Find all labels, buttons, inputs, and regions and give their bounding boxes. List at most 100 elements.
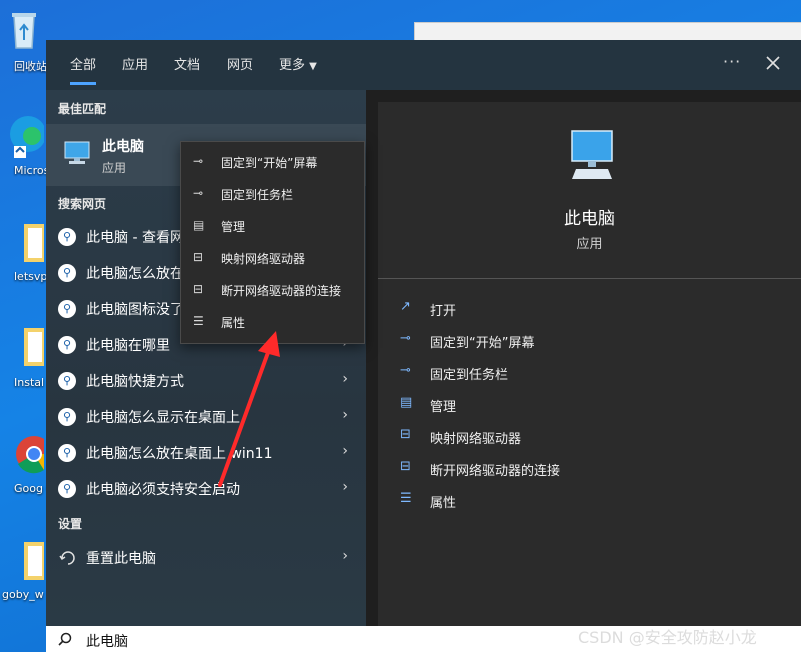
tab-more[interactable]: 更多 ▼ <box>279 54 317 73</box>
tab-all[interactable]: 全部 <box>70 54 97 85</box>
chrome-desktop-icon[interactable] <box>0 430 53 482</box>
context-item-map-drive[interactable]: ⊟ 映射网络驱动器 <box>181 242 364 274</box>
context-item-pin-start[interactable]: ⊸ 固定到“开始”屏幕 <box>181 146 364 178</box>
preview-action-map-drive[interactable]: ⊟ 映射网络驱动器 <box>400 421 780 453</box>
chevron-right-icon: › <box>342 407 348 423</box>
preview-action-disconnect-drive[interactable]: ⊟ 断开网络驱动器的连接 <box>400 453 780 485</box>
preview-pane: 此电脑 应用 ↗ 打开 ⊸ 固定到“开始”屏幕 ⊸ 固定到任务栏 ▤ 管理 ⊟ … <box>378 102 801 626</box>
preview-action-label: 打开 <box>430 304 457 319</box>
preview-action-label: 管理 <box>430 400 457 415</box>
web-result-text: 此电脑 - 查看网 <box>86 230 184 246</box>
pin-icon: ⊸ <box>400 363 411 378</box>
folder-desktop-icon[interactable] <box>0 540 48 586</box>
manage-icon: ▤ <box>193 218 205 232</box>
folder-icon <box>24 224 44 262</box>
search-web-icon: ⚲ <box>58 228 76 246</box>
properties-icon: ☰ <box>193 314 204 328</box>
reset-pc-icon <box>59 551 75 565</box>
tab-apps[interactable]: 应用 <box>122 54 148 73</box>
this-pc-large-icon <box>571 130 613 179</box>
preview-action-properties[interactable]: ☰ 属性 <box>400 485 780 517</box>
preview-divider <box>378 278 801 279</box>
preview-action-label: 断开网络驱动器的连接 <box>430 464 561 479</box>
web-result-row[interactable]: ⚲ 此电脑怎么放在桌面上 win11 › <box>46 435 366 471</box>
desktop-icon-label: Instal <box>14 376 45 389</box>
best-match-title: 此电脑 <box>102 139 144 155</box>
web-result-text: 此电脑在哪里 <box>86 338 170 354</box>
close-icon[interactable] <box>766 56 780 70</box>
preview-action-manage[interactable]: ▤ 管理 <box>400 389 780 421</box>
pin-icon: ⊸ <box>193 154 204 168</box>
tab-documents[interactable]: 文档 <box>174 54 200 73</box>
tab-web[interactable]: 网页 <box>227 54 253 73</box>
edge-desktop-icon[interactable] <box>0 112 48 164</box>
desktop-icon-label: 回收站 <box>14 60 47 73</box>
edge-icon <box>10 116 46 158</box>
preview-action-pin-start[interactable]: ⊸ 固定到“开始”屏幕 <box>400 325 780 357</box>
web-result-row[interactable]: ⚲ 此电脑怎么显示在桌面上 › <box>46 399 366 435</box>
context-item-label: 固定到任务栏 <box>221 188 294 202</box>
preview-action-label: 固定到任务栏 <box>430 368 509 383</box>
network-drive-icon: ⊟ <box>400 427 411 442</box>
web-result-row[interactable]: ⚲ 此电脑快捷方式 › <box>46 363 366 399</box>
chevron-down-icon: ▼ <box>309 61 317 72</box>
search-web-icon: ⚲ <box>58 408 76 426</box>
recycle-bin-desktop-icon[interactable] <box>0 8 48 56</box>
watermark-text: CSDN @安全攻防赵小龙 <box>578 628 757 647</box>
chevron-right-icon: › <box>342 371 348 387</box>
search-web-icon: ⚲ <box>58 444 76 462</box>
context-item-label: 映射网络驱动器 <box>221 252 306 266</box>
tab-more-label: 更多 <box>279 58 306 73</box>
search-icon <box>58 632 72 646</box>
preview-title: 此电脑 <box>564 209 615 229</box>
chrome-icon <box>16 436 53 474</box>
search-web-icon: ⚲ <box>58 336 76 354</box>
search-tab-bar: 全部 应用 文档 网页 更多 ▼ ··· <box>46 40 801 90</box>
desktop-icon-label: goby_w <box>2 588 44 601</box>
preview-action-label: 固定到“开始”屏幕 <box>430 336 535 351</box>
settings-result-row[interactable]: 重置此电脑 › <box>46 540 366 576</box>
context-item-manage[interactable]: ▤ 管理 <box>181 210 364 242</box>
recycle-bin-icon <box>12 13 36 49</box>
settings-result-text: 重置此电脑 <box>86 551 156 567</box>
web-result-text: 此电脑图标没了 <box>86 302 184 318</box>
web-result-row[interactable]: ⚲ 此电脑必须支持安全启动 › <box>46 471 366 507</box>
context-item-disconnect-drive[interactable]: ⊟ 断开网络驱动器的连接 <box>181 274 364 306</box>
desktop-icon-column: 回收站 Micros Edg letsvp Instal Goog Chron <box>0 0 79 652</box>
context-item-label: 管理 <box>221 220 246 234</box>
network-drive-icon: ⊟ <box>193 282 204 296</box>
preview-action-pin-taskbar[interactable]: ⊸ 固定到任务栏 <box>400 357 780 389</box>
desktop-icon-label: letsvp <box>14 270 48 283</box>
search-input[interactable]: 此电脑 <box>86 631 128 651</box>
search-web-icon: ⚲ <box>58 300 76 318</box>
context-menu: ⊸ 固定到“开始”屏幕 ⊸ 固定到任务栏 ▤ 管理 ⊟ 映射网络驱动器 ⊟ 断开… <box>180 141 365 344</box>
preview-action-label: 属性 <box>430 496 457 511</box>
context-item-label: 固定到“开始”屏幕 <box>221 156 318 170</box>
this-pc-icon <box>64 141 90 164</box>
chevron-right-icon: › <box>342 443 348 459</box>
chevron-right-icon: › <box>342 479 348 495</box>
preview-action-open[interactable]: ↗ 打开 <box>400 293 780 325</box>
search-web-icon: ⚲ <box>58 372 76 390</box>
network-drive-icon: ⊟ <box>400 459 411 474</box>
pin-icon: ⊸ <box>193 186 204 200</box>
folder-desktop-icon[interactable] <box>0 222 48 268</box>
annotation-arrow-icon <box>218 331 280 487</box>
folder-desktop-icon[interactable] <box>0 326 48 372</box>
best-match-subtitle: 应用 <box>102 161 127 175</box>
manage-icon: ▤ <box>400 395 413 410</box>
properties-icon: ☰ <box>400 491 412 506</box>
ellipsis-icon[interactable]: ··· <box>723 52 741 71</box>
settings-header: 设置 <box>58 517 83 531</box>
context-item-pin-taskbar[interactable]: ⊸ 固定到任务栏 <box>181 178 364 210</box>
search-web-icon: ⚲ <box>58 480 76 498</box>
preview-action-label: 映射网络驱动器 <box>430 432 522 447</box>
network-drive-icon: ⊟ <box>193 250 204 264</box>
folder-icon <box>24 328 44 366</box>
folder-icon <box>24 542 44 580</box>
web-result-text: 此电脑怎么放在 <box>86 266 184 282</box>
search-panel: 全部 应用 文档 网页 更多 ▼ ··· 最佳匹配 此电脑 应用 搜索网页 ⚲ … <box>46 40 801 626</box>
web-result-text: 此电脑快捷方式 <box>86 374 184 390</box>
preview-subtitle: 应用 <box>576 237 603 252</box>
context-item-label: 断开网络驱动器的连接 <box>221 284 342 298</box>
